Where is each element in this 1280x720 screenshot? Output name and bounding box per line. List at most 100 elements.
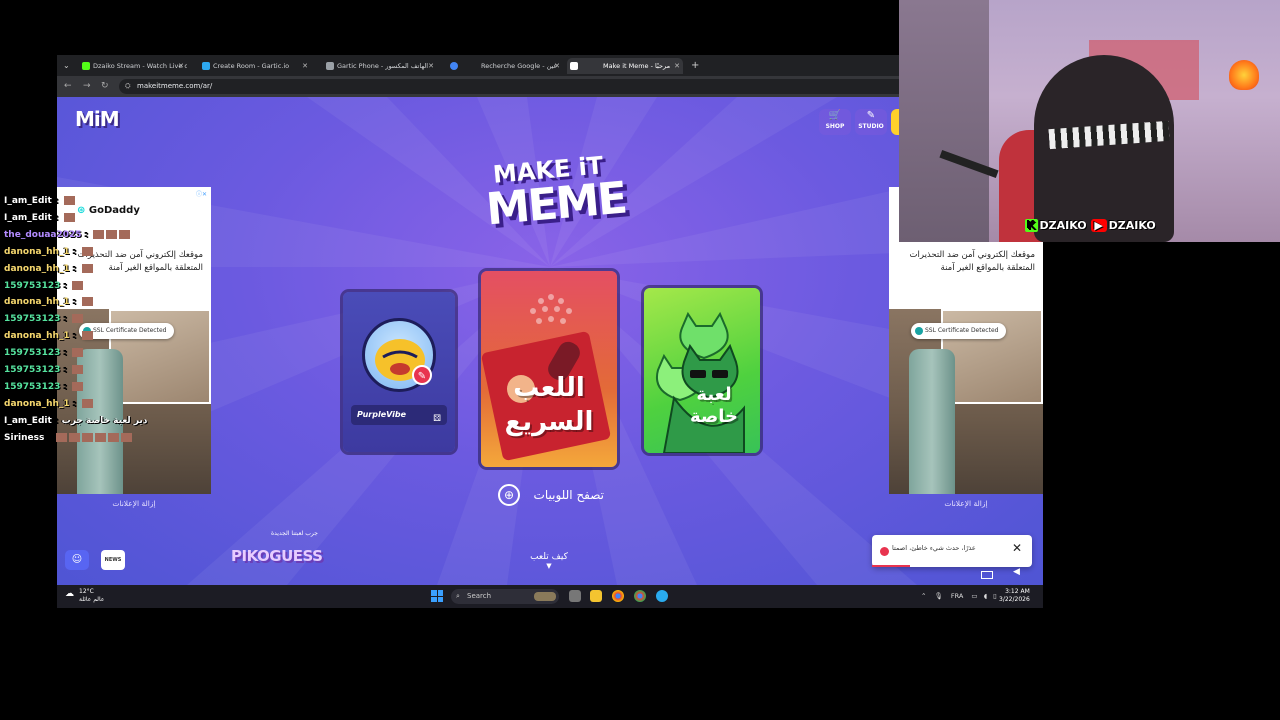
chrome-icon[interactable] bbox=[612, 590, 624, 602]
godaddy-logo: ⊛ GoDaddy bbox=[77, 205, 140, 216]
chat-username[interactable]: I_am_Edit bbox=[4, 196, 52, 206]
network-icon[interactable]: ▭ bbox=[971, 592, 977, 600]
system-tray: ⌃ 🎙 FRA ▭ ◖ ▯ bbox=[921, 589, 997, 604]
tab-gartic-create-room[interactable]: Create Room - Gartic.io ✕ bbox=[199, 58, 311, 74]
close-tab-icon[interactable]: ✕ bbox=[554, 58, 560, 74]
close-tab-icon[interactable]: ✕ bbox=[302, 58, 308, 74]
chat-username[interactable]: 159753123 bbox=[4, 348, 60, 358]
custom-game-button[interactable]: لعبة خاصة bbox=[644, 288, 760, 453]
chat-username[interactable]: 159753123 bbox=[4, 314, 60, 324]
chat-emote-icon bbox=[106, 229, 118, 239]
ad-choices-icon[interactable]: ⓘ✕ bbox=[196, 189, 207, 198]
quick-play-button[interactable]: اللعب السريع bbox=[481, 271, 617, 467]
language-indicator[interactable]: FRA bbox=[951, 592, 963, 600]
chat-username[interactable]: I_am_Edit bbox=[4, 416, 52, 426]
tab-google-search[interactable]: Recherche Google - عين ✕ bbox=[467, 58, 563, 74]
chat-emote-icon bbox=[121, 432, 133, 442]
volume-icon[interactable]: ◀ bbox=[1013, 567, 1020, 577]
remove-ads-link-left[interactable]: إزالة الإعلانات bbox=[57, 499, 211, 508]
remove-ads-link-right[interactable]: إزالة الإعلانات bbox=[889, 499, 1043, 508]
studio-button[interactable]: ✎ STUDIO bbox=[855, 109, 887, 135]
weather-widget[interactable]: ☁ 12°C عالم عائلة bbox=[65, 588, 104, 604]
chevron-up-icon[interactable]: ⌃ bbox=[921, 592, 926, 600]
chat-message: danona_hh_1 : bbox=[4, 398, 93, 409]
discord-button[interactable]: ☺ bbox=[65, 550, 89, 570]
make-it-meme-page: MiM 🛒 SHOP ✎ STUDIO MAKE iT MEME ⓘ✕ ⊛ Go… bbox=[57, 97, 1043, 585]
close-icon[interactable]: ✕ bbox=[1012, 541, 1022, 555]
chrome-profile-icon[interactable] bbox=[634, 590, 646, 602]
chat-username[interactable]: Siriness bbox=[4, 433, 44, 443]
stream-frame: ⌄ Dzaiko Stream - Watch Live on ✕ Create… bbox=[0, 0, 1280, 720]
how-to-play-button[interactable]: كيف تلعب ▼ bbox=[519, 552, 579, 570]
chat-message: I_am_Edit : bbox=[4, 196, 75, 206]
url-input[interactable]: ⛭ makeitmeme.com/ar/ bbox=[119, 79, 919, 94]
fullscreen-icon[interactable] bbox=[981, 571, 993, 579]
chat-message: I_am_Edit : دير لعبة خاصة جرب bbox=[4, 415, 148, 426]
chat-username[interactable]: 159753123 bbox=[4, 281, 60, 291]
chat-username[interactable]: danona_hh_1 bbox=[4, 399, 70, 409]
forward-icon[interactable]: → bbox=[83, 79, 91, 94]
back-icon[interactable]: ← bbox=[64, 79, 72, 94]
error-toast: عذرًا، حدث شيء خاطئ، اصمتا ✕ bbox=[872, 535, 1032, 567]
telegram-icon[interactable] bbox=[656, 590, 668, 602]
chat-message: danona_hh_1 : bbox=[4, 331, 93, 341]
chat-emote-icon bbox=[81, 246, 93, 256]
file-explorer-icon[interactable] bbox=[590, 590, 602, 602]
windows-start-icon[interactable] bbox=[431, 590, 443, 602]
globe-icon: ⊕ bbox=[498, 484, 520, 506]
url-text: makeitmeme.com/ar/ bbox=[137, 82, 213, 90]
taskbar-search[interactable]: ⌕ Search bbox=[451, 589, 559, 604]
tab-dzaiko-stream[interactable]: Dzaiko Stream - Watch Live on ✕ bbox=[79, 58, 187, 74]
mim-logo[interactable]: MiM bbox=[75, 107, 120, 131]
random-name-dice-icon[interactable]: ⚄ bbox=[433, 409, 441, 429]
chat-emote-icon bbox=[81, 297, 93, 307]
battery-icon[interactable]: ▯ bbox=[993, 592, 997, 600]
quick-play-label: اللعب السريع bbox=[504, 373, 594, 437]
tab-gartic-phone[interactable]: Gartic Phone - الهاتف المكسور ✕ bbox=[323, 58, 437, 74]
chat-username[interactable]: danona_hh_1 bbox=[4, 264, 70, 274]
shop-button[interactable]: 🛒 SHOP bbox=[819, 109, 851, 135]
close-tab-icon[interactable]: ✕ bbox=[674, 58, 680, 74]
how-to-play-label: كيف تلعب bbox=[530, 552, 568, 562]
tab-google-pinned[interactable] bbox=[447, 58, 461, 74]
chat-username[interactable]: danona_hh_1 bbox=[4, 247, 70, 257]
discord-icon: ☺ bbox=[71, 554, 83, 565]
chat-username[interactable]: danona_hh_1 bbox=[4, 297, 70, 307]
reload-icon[interactable]: ↻ bbox=[101, 79, 109, 94]
chat-message: 159753123 : bbox=[4, 381, 84, 392]
windows-taskbar: ☁ 12°C عالم عائلة ⌕ Search ⌃ 🎙 FRA ▭ ◖ ▯ bbox=[57, 585, 1043, 608]
mim-favicon-icon bbox=[570, 62, 578, 70]
chat-message: the_douaa2025 : bbox=[4, 229, 131, 240]
search-highlight-image bbox=[534, 592, 556, 601]
new-tab-button[interactable]: + bbox=[691, 58, 699, 74]
chat-emote-icon bbox=[56, 432, 68, 442]
speaker-icon[interactable]: ◖ bbox=[984, 592, 987, 600]
news-button[interactable]: NEWS bbox=[101, 550, 125, 570]
microphone-icon[interactable]: 🎙 bbox=[935, 592, 943, 600]
close-tab-icon[interactable]: ✕ bbox=[428, 58, 434, 74]
site-info-icon[interactable]: ⛭ bbox=[125, 79, 131, 94]
ad-bottle bbox=[909, 349, 955, 494]
tab-bar: ⌄ Dzaiko Stream - Watch Live on ✕ Create… bbox=[57, 55, 1043, 76]
close-tab-icon[interactable]: ✕ bbox=[178, 58, 184, 74]
profile-card[interactable]: ✎ PurpleVibe ⚄ bbox=[343, 292, 455, 452]
chat-username[interactable]: the_douaa2025 bbox=[4, 230, 82, 240]
chat-username[interactable]: 159753123 bbox=[4, 365, 60, 375]
taskbar-clock[interactable]: 3:12 AM 3/22/2026 bbox=[999, 588, 1030, 604]
browse-lobbies-button[interactable]: ⊕ تصفح اللوبيات bbox=[498, 484, 604, 506]
edit-avatar-icon[interactable]: ✎ bbox=[412, 365, 432, 385]
chat-username[interactable]: danona_hh_1 bbox=[4, 331, 70, 341]
chat-message: 159753123 : bbox=[4, 314, 84, 324]
cats-art bbox=[656, 311, 745, 453]
pikoguess-logo[interactable]: PIKOGUESS bbox=[231, 547, 323, 565]
nickname-input[interactable]: PurpleVibe ⚄ bbox=[351, 405, 447, 425]
task-view-icon[interactable] bbox=[569, 590, 581, 602]
chat-message: 159753123 : bbox=[4, 280, 84, 291]
chat-username[interactable]: I_am_Edit bbox=[4, 213, 52, 223]
godaddy-icon: ⊛ bbox=[77, 205, 86, 216]
youtube-logo-icon: ▶ bbox=[1090, 219, 1107, 232]
streamer-brand-badge: K DZAIKO ▶ DZAIKO bbox=[1025, 219, 1156, 232]
tab-search-icon[interactable]: ⌄ bbox=[63, 58, 70, 74]
chat-username[interactable]: 159753123 bbox=[4, 382, 60, 392]
tab-make-it-meme[interactable]: Make it Meme - مرحبًا ✕ bbox=[567, 58, 683, 74]
